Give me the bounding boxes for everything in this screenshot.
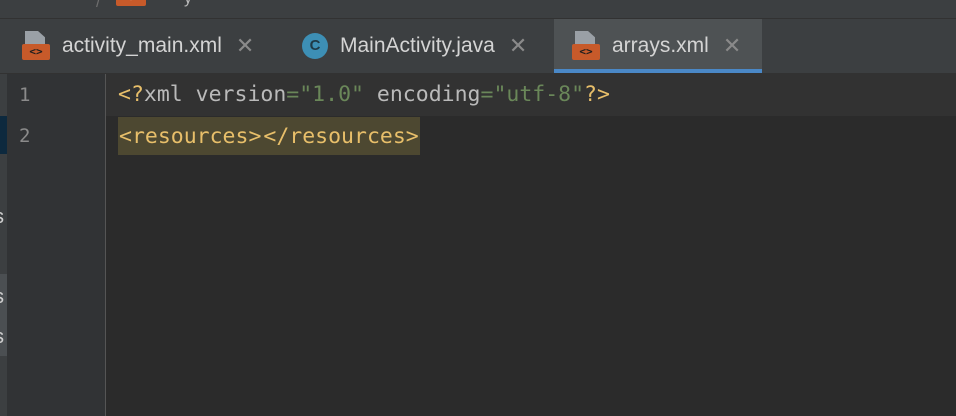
close-icon[interactable]: ✕	[236, 33, 254, 59]
equals-sign: =	[286, 82, 300, 107]
tab-label: arrays.xml	[612, 34, 709, 57]
tab-label: MainActivity.java	[340, 34, 495, 57]
resources-open-tag: <resources>	[118, 117, 263, 155]
breadcrumb-item[interactable]: y	[184, 0, 192, 8]
line-number: 2	[19, 125, 31, 147]
line-number: 1	[19, 84, 31, 106]
tab-arrays-xml[interactable]: <> arrays.xml ✕	[554, 19, 762, 73]
tree-item-fragment: s	[0, 206, 4, 229]
resources-close-tag: </resources>	[262, 117, 420, 155]
breadcrumb-separator: /	[96, 0, 101, 11]
xml-declaration-close: ?>	[584, 82, 610, 107]
code-line-1[interactable]: <?xml version="1.0" encoding="utf-8"?>	[118, 75, 610, 115]
version-value: "1.0"	[299, 82, 364, 107]
encoding-attribute: encoding	[376, 82, 481, 107]
selected-tree-row	[0, 116, 7, 154]
xml-keyword: xml	[143, 82, 196, 107]
xml-declaration-open: <?	[118, 82, 144, 107]
java-class-icon: C	[302, 33, 328, 59]
tab-label: activity_main.xml	[62, 34, 222, 57]
tree-item-fragment: s	[0, 286, 4, 309]
line-number-gutter[interactable]: 1 2	[7, 74, 106, 416]
code-editor[interactable]: <?xml version="1.0" encoding="utf-8"?> <…	[106, 74, 956, 416]
ide-window: / <> y <> activity_main.xml ✕ C MainActi…	[0, 0, 956, 416]
editor-tab-bar: <> activity_main.xml ✕ C MainActivity.ja…	[0, 19, 956, 74]
xml-file-icon: <>	[22, 31, 50, 61]
tab-activity-main-xml[interactable]: <> activity_main.xml ✕	[22, 19, 294, 73]
equals-sign: =	[480, 82, 494, 107]
tab-mainactivity-java[interactable]: C MainActivity.java ✕	[302, 19, 548, 73]
xml-file-icon: <>	[572, 31, 600, 61]
close-icon[interactable]: ✕	[723, 33, 741, 59]
encoding-value: "utf-8"	[493, 82, 585, 107]
xml-file-icon[interactable]: <>	[116, 0, 146, 6]
navigation-bar: / <> y	[0, 0, 956, 19]
version-attribute: version	[195, 82, 287, 107]
active-tab-indicator	[554, 69, 762, 73]
project-panel-edge[interactable]: s s s	[0, 74, 7, 416]
tree-item-fragment: s	[0, 326, 4, 349]
code-line-2[interactable]: <resources></resources>	[118, 117, 420, 157]
close-icon[interactable]: ✕	[509, 33, 527, 59]
